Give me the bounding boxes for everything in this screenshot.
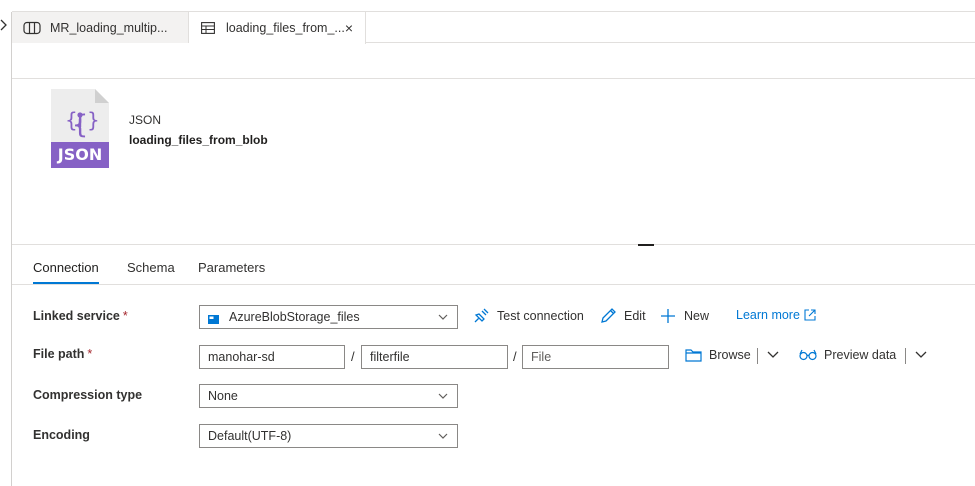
linked-service-label: Linked service * (33, 309, 128, 323)
tab-label: MR_loading_multip... (50, 20, 168, 35)
preview-data-button[interactable]: Preview data (799, 348, 896, 362)
top-edge (12, 0, 975, 12)
tab-dataset[interactable]: loading_files_from_... × (189, 12, 366, 44)
svg-text:{: { (65, 108, 78, 132)
file-path-label: File path * (33, 347, 93, 361)
container-input[interactable]: manohar-sd (199, 345, 345, 369)
separator (757, 348, 758, 364)
path-separator: / (351, 349, 355, 364)
learn-more-link[interactable]: Learn more (736, 308, 816, 322)
test-connection-button[interactable]: Test connection (473, 308, 584, 324)
pencil-icon (601, 308, 616, 323)
left-rail (11, 12, 12, 486)
tab-pipeline[interactable]: MR_loading_multip... (12, 12, 189, 43)
dataset-name: loading_files_from_blob (129, 133, 268, 147)
new-button[interactable]: New (660, 308, 709, 324)
browse-dropdown[interactable] (766, 348, 787, 362)
json-icon-label: JSON (57, 145, 103, 164)
plug-icon (474, 308, 489, 323)
file-input[interactable]: File (522, 345, 669, 369)
preview-dropdown[interactable] (914, 348, 935, 362)
chevron-down-icon (767, 351, 779, 358)
tab-connection[interactable]: Connection (33, 256, 99, 284)
glasses-icon (799, 349, 817, 361)
linked-service-select[interactable]: AzureBlobStorage_files (199, 305, 458, 329)
storage-icon (208, 313, 219, 324)
panel-divider (12, 244, 975, 245)
chevron-down-icon (438, 314, 448, 320)
compression-value: None (208, 389, 238, 403)
document-tabs: MR_loading_multip... loading_files_from_… (12, 12, 975, 44)
compression-type-label: Compression type (33, 388, 143, 402)
required-marker: * (87, 347, 93, 361)
json-file-icon: { { } JSON (51, 89, 109, 168)
separator (905, 348, 906, 364)
encoding-label: Encoding (33, 428, 90, 442)
chevron-down-icon (438, 393, 448, 399)
tab-parameters[interactable]: Parameters (198, 256, 265, 284)
browse-button[interactable]: Browse (685, 348, 751, 362)
svg-text:}: } (87, 108, 100, 132)
table-icon (199, 21, 217, 35)
dataset-type: JSON (129, 113, 162, 127)
resize-handle[interactable] (638, 244, 654, 246)
pipeline-icon (23, 21, 41, 35)
compression-type-select[interactable]: None (199, 384, 458, 408)
directory-input[interactable]: filterfile (361, 345, 508, 369)
edit-button[interactable]: Edit (600, 308, 646, 324)
external-link-icon (804, 309, 816, 321)
toolbar-area (12, 43, 975, 79)
tab-schema[interactable]: Schema (127, 256, 175, 284)
close-icon[interactable]: × (342, 20, 356, 36)
expand-chevron-icon[interactable] (0, 19, 10, 31)
chevron-down-icon (438, 433, 448, 439)
required-marker: * (122, 309, 128, 323)
tabs-underline (12, 284, 975, 285)
linked-service-value: AzureBlobStorage_files (229, 310, 360, 324)
encoding-select[interactable]: Default(UTF-8) (199, 424, 458, 448)
folder-icon (685, 349, 702, 362)
plus-icon (661, 309, 675, 323)
chevron-down-icon (915, 351, 927, 358)
encoding-value: Default(UTF-8) (208, 429, 292, 443)
tab-label: loading_files_from_... (226, 21, 345, 35)
path-separator: / (513, 349, 517, 364)
